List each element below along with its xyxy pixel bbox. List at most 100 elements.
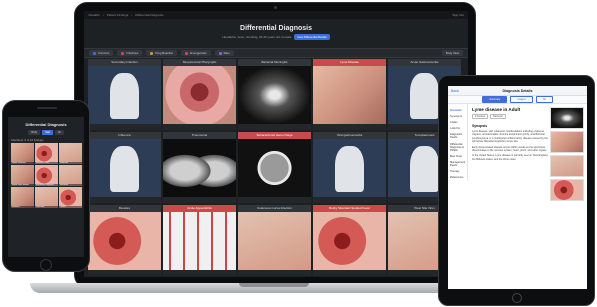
cell-caption: Varicella (35, 206, 58, 208)
tablet-title: Diagnosis Details (502, 88, 533, 93)
details-button[interactable]: View Differential Details (294, 34, 330, 40)
tablet-tabs: Summary Images All (448, 96, 587, 104)
body-figure-icon (109, 72, 140, 120)
color-dot-icon (218, 51, 222, 55)
card-title: Viral gastroenteritis (313, 132, 386, 139)
diagnosis-card[interactable]: Lyme Disease (313, 59, 386, 130)
home-button[interactable] (40, 259, 52, 271)
card-image (163, 212, 236, 270)
filter-chip[interactable]: Rare (214, 50, 234, 56)
phone-image-cell[interactable]: Rubella (11, 187, 34, 208)
sidebar-item[interactable]: Diagnostic Pearls (448, 132, 467, 141)
phone-image-cell[interactable]: Hand Foot Mouth (11, 165, 34, 186)
phone-image-cell[interactable]: Measles (59, 143, 82, 164)
card-image (88, 139, 161, 197)
thumbnail[interactable] (550, 107, 584, 129)
thumbnail[interactable] (550, 131, 584, 153)
sidebar-item[interactable]: Management Pearls (448, 159, 467, 168)
diagnosis-card[interactable]: Cutaneous Larva Infection (238, 205, 311, 276)
card-footer (163, 197, 236, 203)
laptop-screen: VisualDx › Patient Findings › Differenti… (84, 11, 468, 277)
breadcrumb-item[interactable]: Differential Diagnosis (135, 13, 163, 17)
body-figure-icon (409, 72, 440, 120)
sidebar-item[interactable]: Differential Diagnosis & Pitfalls (448, 141, 467, 153)
diagnosis-card[interactable]: Streptococcal Pharyngitis (163, 59, 236, 130)
phone-image-cell[interactable]: Varicella (35, 187, 58, 208)
phone-image-cell[interactable]: Roseola (59, 165, 82, 186)
diagnosis-card[interactable]: Secondary Infection (88, 59, 161, 130)
laptop-notch (239, 283, 309, 287)
phone-tab[interactable]: All (54, 130, 64, 135)
speaker-icon (37, 107, 57, 109)
tablet-content: Lyme disease in Adult Infectious Bacteri… (468, 104, 587, 201)
home-button[interactable] (512, 293, 522, 303)
color-dot-icon (93, 51, 96, 55)
phone-image-cell[interactable]: Tinea (59, 187, 82, 208)
filter-chip[interactable]: Emergencies (181, 50, 211, 56)
phone-tab[interactable]: Body (28, 130, 41, 135)
color-dot-icon (150, 51, 154, 55)
card-footer (163, 270, 236, 276)
breadcrumb-item[interactable]: VisualDx (88, 13, 100, 17)
card-footer (313, 197, 386, 203)
laptop-device: VisualDx › Patient Findings › Differenti… (74, 2, 476, 288)
paragraph: Lyme disease, with cutaneous manifestati… (472, 130, 548, 144)
card-footer (88, 270, 161, 276)
camera-icon (274, 6, 277, 9)
tab-summary[interactable]: Summary (482, 96, 508, 103)
sidebar-item[interactable]: References (448, 175, 467, 181)
filter-chip[interactable]: Drug Reaction (146, 50, 178, 56)
card-footer (163, 124, 236, 130)
diagnosis-card[interactable]: Acute Appendicitis (163, 205, 236, 276)
body-figure-icon (334, 145, 365, 193)
card-title: Rocky Mountain Spotted Fever (313, 205, 386, 212)
diagnosis-card[interactable]: Rocky Mountain Spotted Fever (313, 205, 386, 276)
phone-tab[interactable]: Stat (42, 130, 53, 135)
color-dot-icon (185, 51, 189, 55)
sign-out-link[interactable]: Sign Out (452, 13, 464, 17)
tab-images[interactable]: Images (510, 96, 533, 103)
cell-caption: Tinea (59, 206, 82, 208)
card-title: Streptococcal Pharyngitis (163, 59, 236, 66)
diagnosis-card[interactable]: Influenza (88, 132, 161, 203)
cell-caption: Roseola (59, 184, 82, 186)
diagnosis-card[interactable]: Subarachnoid Hemorrhage (238, 132, 311, 203)
breadcrumb-item[interactable]: Patient Findings (107, 13, 129, 17)
tag: Infectious (472, 114, 489, 119)
filter-chip[interactable]: Common (89, 50, 114, 56)
card-footer (313, 124, 386, 130)
card-image (163, 139, 236, 197)
card-image (238, 139, 311, 197)
cell-caption: Hand Foot Mouth (11, 184, 34, 186)
card-title: Lyme Disease (313, 59, 386, 66)
diagnosis-card[interactable]: Bacterial Meningitis (238, 59, 311, 130)
cell-caption: Lyme Disease (11, 162, 34, 164)
diagnosis-card[interactable]: Measles (88, 205, 161, 276)
body-view-toggle[interactable]: Body View (441, 50, 463, 56)
back-button[interactable]: Back (451, 89, 459, 93)
thumbnail[interactable] (550, 155, 584, 177)
phone-image-cell[interactable]: Lyme Disease (11, 143, 34, 164)
diagnosis-card[interactable]: Viral gastroenteritis (313, 132, 386, 203)
tag: Bacterial (490, 114, 506, 119)
filter-chip[interactable]: Infectious (117, 50, 143, 56)
card-image (313, 212, 386, 270)
thumbnail[interactable] (550, 179, 584, 201)
tablet-body: Overview Synonyms Codes Look For Diagnostic … (448, 104, 587, 201)
thumbnail-strip (550, 107, 584, 201)
top-bar: VisualDx › Patient Findings › Differenti… (84, 11, 468, 19)
diagnosis-card[interactable]: Pneumonia (163, 132, 236, 203)
tab-all[interactable]: All (535, 96, 553, 103)
color-dot-icon (121, 51, 125, 55)
paragraph: Early disseminated disease occurs within… (472, 145, 548, 153)
phone-image-cell[interactable]: Scarlet Fever (35, 143, 58, 164)
card-image (313, 139, 386, 197)
card-footer (238, 270, 311, 276)
tablet-device: Back Diagnosis Details Summary Images Al… (438, 75, 595, 306)
card-title: Bacterial Meningitis (238, 59, 311, 66)
card-title: Acute Appendicitis (163, 205, 236, 212)
phone-image-cell[interactable]: Erythema Migrans (35, 165, 58, 186)
card-footer (238, 197, 311, 203)
phone-title: Differential Diagnosis (25, 122, 67, 127)
card-footer (88, 197, 161, 203)
